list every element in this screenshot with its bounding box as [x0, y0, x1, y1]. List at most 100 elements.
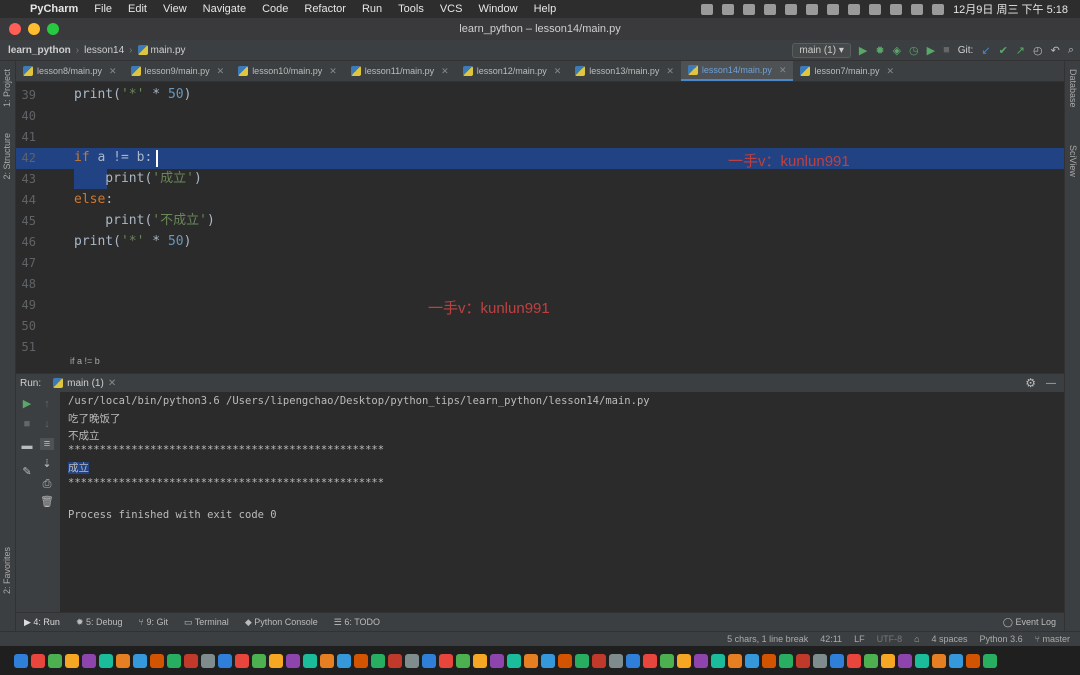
- dock-app-icon[interactable]: [490, 653, 504, 668]
- clear-all-icon[interactable]: 🗑: [40, 496, 54, 508]
- breadcrumb-folder[interactable]: lesson14: [84, 45, 124, 56]
- project-tool-tab[interactable]: 1: Project: [2, 69, 12, 107]
- search-everywhere-icon[interactable]: ⌕: [1068, 44, 1074, 57]
- dock-app-icon[interactable]: [796, 653, 810, 668]
- dock-app-icon[interactable]: [864, 653, 878, 668]
- run-console-output[interactable]: /usr/local/bin/python3.6 /Users/lipengch…: [60, 392, 1064, 612]
- code-line[interactable]: print('*' * 50): [74, 232, 191, 252]
- stop-icon[interactable]: ■: [943, 44, 950, 56]
- dock-app-icon[interactable]: [966, 653, 980, 668]
- git-tool-tab[interactable]: ⑂ 9: Git: [139, 617, 168, 627]
- close-icon[interactable]: ✕: [329, 66, 337, 77]
- code-line[interactable]: print('不成立'): [74, 211, 214, 231]
- dock-app-icon[interactable]: [609, 653, 623, 668]
- terminal-tool-tab[interactable]: ▭ Terminal: [184, 617, 229, 628]
- code-editor[interactable]: 39 40 41 42 43 44 45 46 47 48 49 50 51 print('*' * 5…: [16, 82, 1064, 356]
- close-icon[interactable]: ✕: [779, 65, 787, 76]
- dock-app-icon[interactable]: [762, 653, 776, 668]
- status-app-icon[interactable]: [743, 3, 756, 15]
- git-update-icon[interactable]: ↙: [981, 44, 990, 57]
- line-number[interactable]: 47: [16, 256, 36, 270]
- zoom-window-button[interactable]: [47, 23, 59, 35]
- python-console-tool-tab[interactable]: ◆ Python Console: [245, 617, 318, 628]
- history-icon[interactable]: ◴: [1033, 44, 1043, 57]
- favorites-tool-tab[interactable]: 2: Favorites: [2, 547, 12, 594]
- dock-app-icon[interactable]: [99, 653, 113, 668]
- close-icon[interactable]: ✕: [109, 66, 117, 77]
- code-line[interactable]: print('*' * 50): [74, 85, 191, 105]
- menu-refactor[interactable]: Refactor: [304, 3, 346, 15]
- dock-app-icon[interactable]: [898, 653, 912, 668]
- dock-app-icon[interactable]: [31, 653, 45, 668]
- code-line[interactable]: else:: [74, 190, 113, 210]
- run-tab[interactable]: main (1) ✕: [53, 378, 116, 389]
- dock-app-icon[interactable]: [677, 653, 691, 668]
- close-icon[interactable]: ✕: [217, 66, 225, 77]
- line-number[interactable]: 40: [16, 109, 36, 123]
- app-menu-pycharm[interactable]: PyCharm: [30, 3, 78, 15]
- line-number[interactable]: 44: [16, 193, 36, 207]
- editor-tab[interactable]: lesson9/main.py ✕: [124, 61, 232, 81]
- close-window-button[interactable]: [9, 23, 21, 35]
- dock-app-icon[interactable]: [473, 653, 487, 668]
- indent-setting[interactable]: 4 spaces: [932, 634, 968, 644]
- close-icon[interactable]: ✕: [441, 66, 449, 77]
- menu-file[interactable]: File: [94, 3, 112, 15]
- file-encoding[interactable]: UTF-8: [877, 634, 903, 644]
- dock-app-icon[interactable]: [456, 653, 470, 668]
- line-separator[interactable]: LF: [854, 634, 865, 644]
- dock-app-icon[interactable]: [201, 653, 215, 668]
- breadcrumb-project[interactable]: learn_python: [8, 45, 71, 56]
- dock-app-icon[interactable]: [82, 653, 96, 668]
- minimize-window-button[interactable]: [28, 23, 40, 35]
- todo-tool-tab[interactable]: ☰ 6: TODO: [334, 617, 380, 628]
- menubar-clock[interactable]: 12月9日 周三 下午 5:18: [953, 1, 1068, 17]
- debug-tool-tab[interactable]: ✹ 5: Debug: [76, 617, 123, 628]
- editor-tab[interactable]: lesson7/main.py ✕: [793, 61, 901, 81]
- breadcrumb-file[interactable]: main.py: [151, 45, 186, 56]
- soft-wrap-icon[interactable]: ≡: [40, 438, 54, 450]
- editor-tab[interactable]: lesson14/main.py ✕: [680, 61, 794, 81]
- scroll-up-icon[interactable]: ↑: [40, 398, 54, 410]
- dock-app-icon[interactable]: [184, 653, 198, 668]
- menu-vcs[interactable]: VCS: [440, 3, 463, 15]
- run-tool-tab[interactable]: ▶ 4: Run: [24, 617, 60, 628]
- git-push-icon[interactable]: ↗: [1016, 44, 1025, 57]
- menu-tools[interactable]: Tools: [398, 3, 424, 15]
- debug-icon[interactable]: ✹: [875, 44, 884, 57]
- scroll-down-icon[interactable]: ↓: [40, 418, 54, 430]
- menu-help[interactable]: Help: [534, 3, 557, 15]
- code-line[interactable]: print('成立'): [74, 169, 201, 189]
- database-tool-tab[interactable]: Database: [1068, 69, 1078, 108]
- spotlight-search-icon[interactable]: [911, 3, 924, 15]
- dock-app-icon[interactable]: [592, 653, 606, 668]
- dock-app-icon[interactable]: [932, 653, 946, 668]
- event-log-tab[interactable]: ◯ Event Log: [1003, 617, 1056, 628]
- dock-app-icon[interactable]: [337, 653, 351, 668]
- dock-app-icon[interactable]: [320, 653, 334, 668]
- line-number[interactable]: 39: [16, 88, 36, 102]
- dock-app-icon[interactable]: [439, 653, 453, 668]
- sciview-tool-tab[interactable]: SciView: [1068, 145, 1078, 177]
- menu-window[interactable]: Window: [478, 3, 517, 15]
- selection-info[interactable]: 5 chars, 1 line break: [727, 634, 808, 644]
- bluetooth-icon[interactable]: [848, 3, 861, 15]
- line-number[interactable]: 48: [16, 277, 36, 291]
- dock-app-icon[interactable]: [507, 653, 521, 668]
- stop-icon[interactable]: ■: [20, 418, 34, 430]
- structure-tool-tab[interactable]: 2: Structure: [2, 133, 12, 180]
- line-number[interactable]: 46: [16, 235, 36, 249]
- pin-icon[interactable]: ✎: [20, 466, 34, 478]
- menu-edit[interactable]: Edit: [128, 3, 147, 15]
- git-commit-icon[interactable]: ✔: [999, 44, 1008, 57]
- coverage-icon[interactable]: ◈: [893, 44, 901, 57]
- dock-app-icon[interactable]: [133, 653, 147, 668]
- dock-app-icon[interactable]: [371, 653, 385, 668]
- run-configuration-select[interactable]: main (1) ▾: [792, 42, 851, 58]
- dock-app-icon[interactable]: [915, 653, 929, 668]
- cursor-position[interactable]: 42:11: [820, 634, 842, 644]
- python-interpreter[interactable]: Python 3.6: [980, 634, 1023, 644]
- line-number[interactable]: 51: [16, 340, 36, 354]
- dock-app-icon[interactable]: [218, 653, 232, 668]
- dock-app-icon[interactable]: [269, 653, 283, 668]
